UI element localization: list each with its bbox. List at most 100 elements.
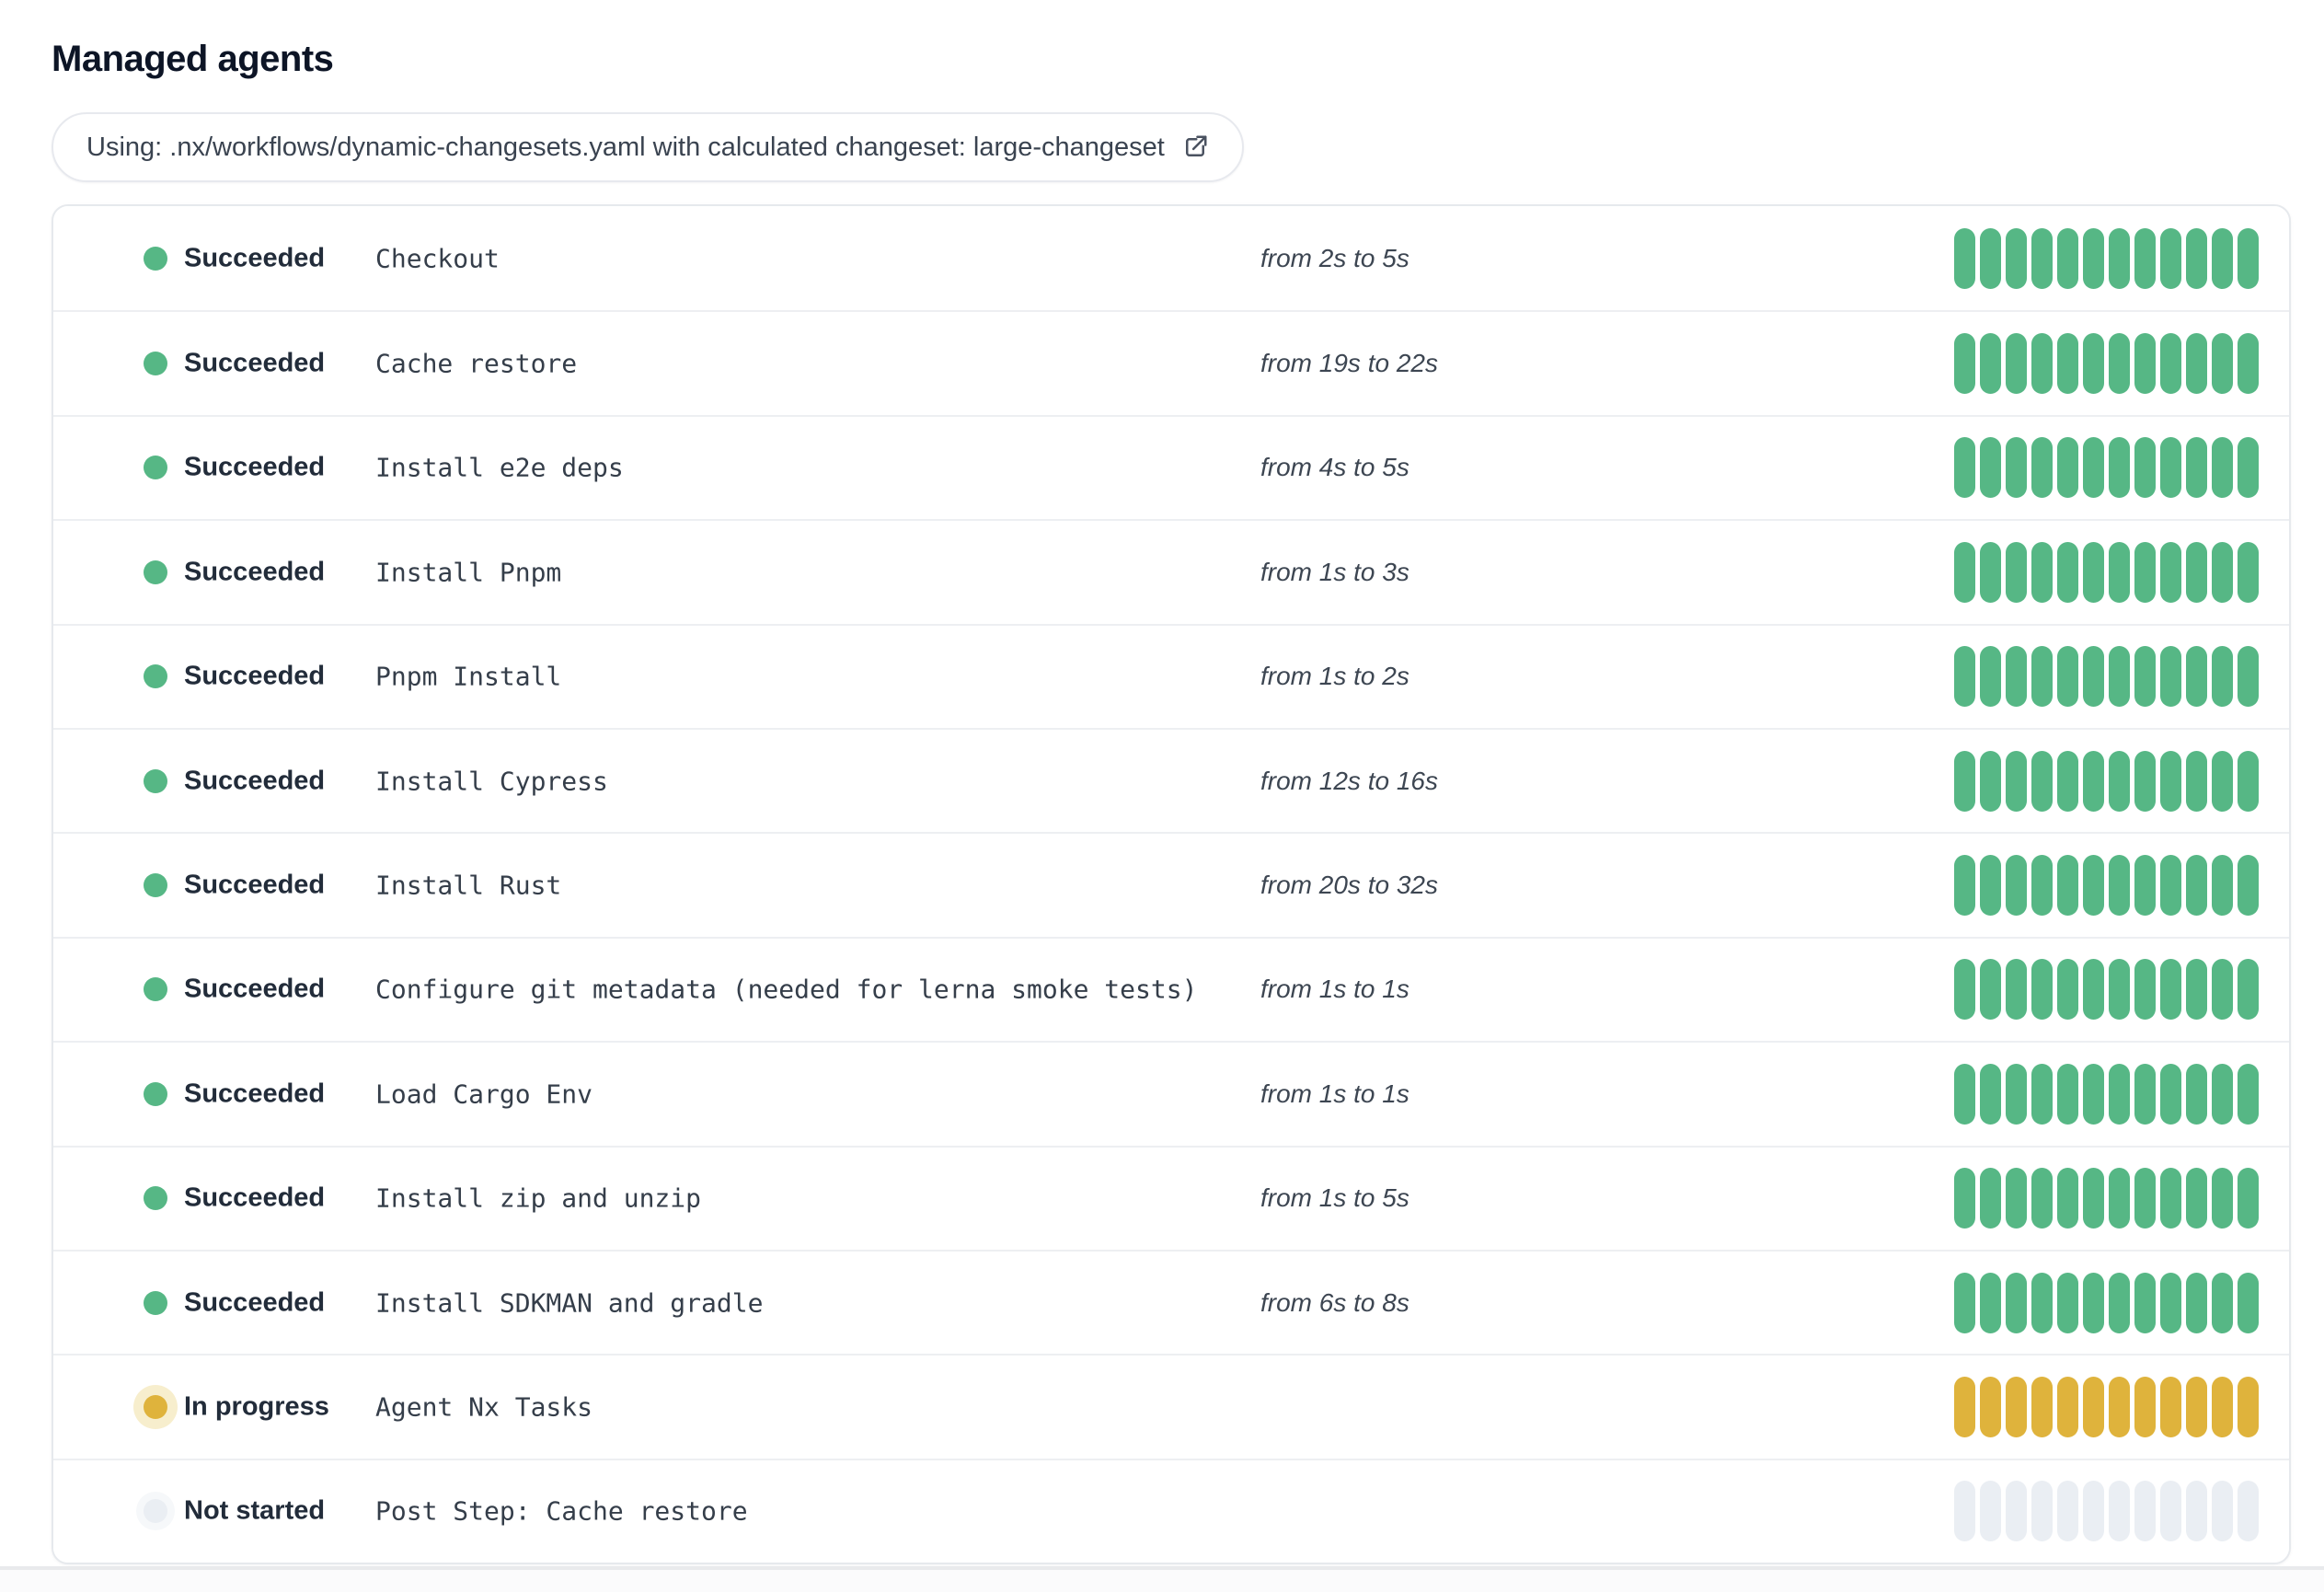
agent-step-row: Succeeded Install Cypress from 12s to 16… <box>53 727 2289 833</box>
agent-step-row: Succeeded Install zip and unzip from 1s … <box>53 1145 2289 1250</box>
progress-segment <box>2238 333 2259 395</box>
step-name: Install Pnpm <box>375 557 562 588</box>
agent-progress-bar <box>1954 959 2259 1021</box>
progress-segment <box>1954 1376 1975 1437</box>
status-label: Succeeded <box>184 348 326 378</box>
workflow-config-chip[interactable]: Using: .nx/workflows/dynamic-changesets.… <box>52 112 1244 182</box>
progress-segment <box>1954 1168 1975 1229</box>
progress-segment <box>1954 1272 1975 1333</box>
progress-segment <box>2160 750 2181 812</box>
progress-segment <box>2238 541 2259 603</box>
progress-segment <box>2083 1481 2104 1542</box>
step-name: Install zip and unzip <box>375 1182 702 1214</box>
progress-segment <box>2083 1168 2104 1229</box>
progress-segment <box>2160 437 2181 499</box>
status-dot <box>144 1081 167 1106</box>
progress-segment <box>2057 1168 2078 1229</box>
progress-segment <box>2006 959 2027 1021</box>
progress-segment <box>2160 1272 2181 1333</box>
status-dot <box>144 1290 167 1315</box>
progress-segment <box>2160 1168 2181 1229</box>
agent-step-row: Succeeded Checkout from 2s to 5s <box>53 206 2289 311</box>
status-dot <box>144 456 167 480</box>
agent-step-row: Succeeded Install Pnpm from 1s to 3s <box>53 519 2289 624</box>
progress-segment <box>2109 1168 2130 1229</box>
progress-segment <box>2109 541 2130 603</box>
step-duration: from 1s to 2s <box>1260 662 1409 691</box>
progress-segment <box>2057 646 2078 708</box>
status-label: Succeeded <box>184 1182 326 1213</box>
progress-segment <box>1954 333 1975 395</box>
progress-segment <box>1954 227 1975 289</box>
progress-segment <box>2031 646 2053 708</box>
progress-segment <box>2238 1063 2259 1125</box>
progress-segment <box>2238 1376 2259 1437</box>
status-label: Not started <box>184 1495 326 1526</box>
progress-segment <box>2134 1376 2156 1437</box>
progress-segment <box>2238 1481 2259 1542</box>
step-duration: from 20s to 32s <box>1260 871 1438 900</box>
status-dot <box>144 560 167 584</box>
progress-segment <box>2134 1168 2156 1229</box>
step-name: Agent Nx Tasks <box>375 1391 593 1423</box>
step-name: Install Rust <box>375 870 562 901</box>
agent-step-row: Succeeded Install SDKMAN and gradle from… <box>53 1249 2289 1355</box>
agent-progress-bar <box>1954 750 2259 812</box>
progress-segment <box>2031 227 2053 289</box>
progress-segment <box>2006 333 2027 395</box>
agent-progress-bar <box>1954 1063 2259 1125</box>
step-name: Install Cypress <box>375 766 608 797</box>
progress-segment <box>2212 227 2233 289</box>
progress-segment <box>2083 227 2104 289</box>
progress-segment <box>2031 437 2053 499</box>
step-name: Cache restore <box>375 348 578 379</box>
status-dot <box>144 768 167 793</box>
progress-segment <box>2212 1376 2233 1437</box>
progress-segment <box>2160 333 2181 395</box>
step-name: Post Step: Cache restore <box>375 1495 748 1527</box>
progress-segment <box>2109 959 2130 1021</box>
external-link-icon[interactable] <box>1181 133 1209 161</box>
progress-segment <box>2212 437 2233 499</box>
step-name: Install e2e deps <box>375 452 624 483</box>
status-dot <box>144 1394 167 1419</box>
agent-progress-bar <box>1954 437 2259 499</box>
progress-segment <box>2057 437 2078 499</box>
progress-segment <box>2134 750 2156 812</box>
progress-segment <box>2186 1376 2207 1437</box>
step-duration: from 1s to 3s <box>1260 557 1409 586</box>
agent-step-row: Succeeded Install Rust from 20s to 32s <box>53 832 2289 937</box>
step-name: Checkout <box>375 243 500 274</box>
agent-progress-bar <box>1954 1272 2259 1333</box>
status-label: Succeeded <box>184 243 326 273</box>
progress-segment <box>2109 227 2130 289</box>
progress-segment <box>2134 333 2156 395</box>
progress-segment <box>2186 855 2207 917</box>
progress-segment <box>1954 959 1975 1021</box>
progress-segment <box>2006 750 2027 812</box>
progress-segment <box>2160 1481 2181 1542</box>
progress-segment <box>1980 646 2001 708</box>
status-label: Succeeded <box>184 1079 326 1109</box>
progress-segment <box>2238 646 2259 708</box>
progress-segment <box>2057 227 2078 289</box>
agent-progress-bar <box>1954 855 2259 917</box>
progress-segment <box>2006 1272 2027 1333</box>
progress-segment <box>2109 1063 2130 1125</box>
progress-segment <box>1954 541 1975 603</box>
progress-segment <box>2031 1168 2053 1229</box>
progress-segment <box>2186 646 2207 708</box>
status-dot <box>144 1499 167 1524</box>
progress-segment <box>2186 959 2207 1021</box>
step-duration: from 4s to 5s <box>1260 453 1409 482</box>
step-duration: from 1s to 1s <box>1260 975 1409 1004</box>
progress-segment <box>2134 959 2156 1021</box>
progress-segment <box>2134 646 2156 708</box>
progress-segment <box>1980 1481 2001 1542</box>
progress-segment <box>2083 855 2104 917</box>
progress-segment <box>2212 1481 2233 1542</box>
progress-segment <box>2134 227 2156 289</box>
progress-segment <box>2134 1481 2156 1542</box>
progress-segment <box>2057 1376 2078 1437</box>
progress-segment <box>2057 1063 2078 1125</box>
